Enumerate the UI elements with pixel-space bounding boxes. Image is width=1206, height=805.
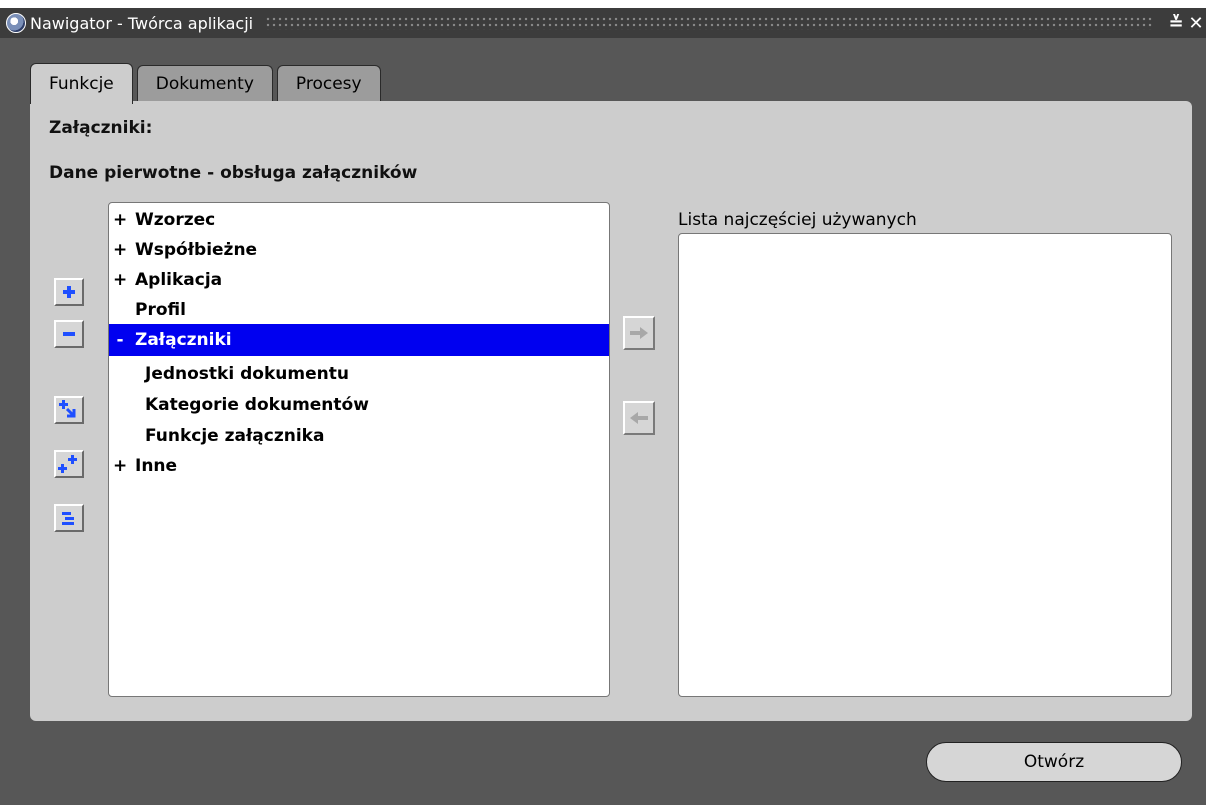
tree-expander[interactable]: + [113, 270, 127, 290]
tree-item[interactable]: Profil [109, 295, 609, 325]
tree-item-label: Inne [135, 456, 178, 476]
tree-item[interactable]: + Współbieżne [109, 235, 609, 265]
tree-item-label: Załączniki [135, 330, 232, 350]
title-bar-pattern [265, 16, 1152, 30]
tree-item[interactable]: Kategorie dokumentów [109, 390, 645, 420]
tree-item-label: Aplikacja [135, 270, 223, 290]
app-logo-icon [6, 13, 26, 33]
tab-panel: Załączniki: Dane pierwotne - obsługa zał… [30, 101, 1192, 721]
collapse-button[interactable] [54, 320, 84, 348]
arrow-left-icon [630, 412, 648, 424]
tree-item-label: Profil [135, 300, 186, 320]
section-subtitle: Dane pierwotne - obsługa załączników [49, 163, 418, 183]
tree-item[interactable]: + Wzorzec [109, 205, 609, 235]
expand-all-button[interactable] [54, 450, 84, 478]
tree-item[interactable]: Funkcje załącznika [109, 421, 645, 451]
tree-item-label: Wzorzec [135, 210, 216, 230]
tree-item-label: Kategorie dokumentów [145, 395, 369, 415]
tree-item-label: Funkcje załącznika [145, 426, 325, 446]
favorites-label: Lista najczęściej używanych [678, 210, 917, 230]
expand-button[interactable] [54, 278, 84, 306]
tree-item[interactable]: + Inne [109, 451, 609, 481]
expand-branch-button[interactable] [54, 396, 84, 424]
tree-item-label: Jednostki dokumentu [145, 364, 349, 384]
window-title: Nawigator - Twórca aplikacji [30, 13, 254, 33]
tree-item[interactable]: Jednostki dokumentu [109, 359, 645, 389]
title-bar[interactable]: Nawigator - Twórca aplikacji ≚ ✕ [0, 8, 1206, 38]
favorites-list[interactable] [678, 233, 1172, 697]
navigator-window: Nawigator - Twórca aplikacji ≚ ✕ Funkcje… [0, 8, 1206, 805]
collapse-minus-icon [63, 332, 75, 336]
tab-funkcje[interactable]: Funkcje [30, 63, 133, 104]
close-icon[interactable]: ✕ [1186, 13, 1206, 34]
remove-from-favorites-button[interactable] [623, 401, 655, 435]
minimize-icon[interactable]: ≚ [1166, 13, 1186, 34]
tree-expander[interactable]: - [113, 330, 127, 350]
tab-bar: Funkcje Dokumenty Procesy [30, 63, 385, 104]
expand-plus-icon [63, 286, 75, 298]
tab-procesy[interactable]: Procesy [276, 65, 381, 102]
open-button[interactable]: Otwórz [926, 742, 1182, 782]
expand-all-icon [58, 455, 77, 473]
tree-expander[interactable]: + [113, 456, 127, 476]
tab-dokumenty[interactable]: Dokumenty [136, 65, 273, 102]
tree-item-label: Współbieżne [135, 240, 258, 260]
tree-expander[interactable]: + [113, 240, 127, 260]
tree-item-selected[interactable]: - Załączniki [109, 324, 609, 356]
expand-branch-icon [59, 400, 76, 418]
collapse-all-icon [62, 512, 74, 525]
add-to-favorites-button[interactable] [623, 316, 655, 350]
tree-expander[interactable]: + [113, 210, 127, 230]
function-tree[interactable]: + Wzorzec + Współbieżne + Aplikacja Prof… [108, 202, 610, 697]
section-label: Załączniki: [49, 118, 153, 138]
collapse-all-button[interactable] [54, 504, 84, 532]
tree-item[interactable]: + Aplikacja [109, 265, 609, 295]
arrow-right-icon [630, 327, 648, 339]
